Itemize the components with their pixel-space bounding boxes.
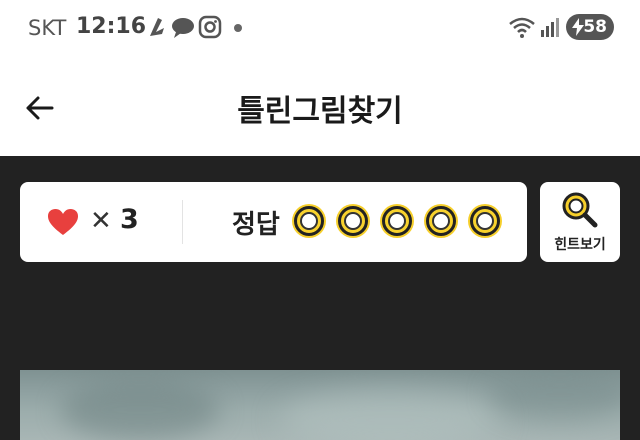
heart-icon [47, 208, 79, 240]
clock: 12:16 [76, 14, 147, 39]
page-title: 틀린그림찾기 [237, 94, 403, 129]
hint-button[interactable]: 힌트보기 [540, 182, 620, 262]
carrier-label: SKT [28, 16, 67, 40]
hint-label: 힌트보기 [554, 237, 606, 253]
magnifier-icon [560, 190, 600, 234]
times-symbol: ✕ [90, 206, 112, 236]
dot-icon [234, 24, 242, 32]
wifi-icon [508, 16, 536, 44]
answer-slot [468, 204, 502, 238]
status-bar: SKT 12:16 58 [0, 0, 640, 56]
answer-slot [380, 204, 414, 238]
answer-slots [292, 204, 512, 238]
app-header: 틀린그림찾기 [0, 56, 640, 156]
status-panel: ✕ 3 정답 [20, 182, 527, 262]
notification-app-icon [146, 14, 168, 44]
lives-count: 3 [120, 204, 139, 235]
battery-charging-icon [572, 18, 584, 41]
signal-icon [540, 16, 560, 42]
divider [182, 200, 183, 244]
chat-bubble-icon [170, 14, 196, 44]
puzzle-image[interactable] [20, 370, 620, 440]
battery-indicator: 58 [566, 14, 614, 40]
answer-label: 정답 [232, 210, 280, 240]
answer-slot [292, 204, 326, 238]
game-area: ✕ 3 정답 힌트보기 [0, 156, 640, 440]
answer-slot [424, 204, 458, 238]
instagram-icon [198, 14, 222, 44]
battery-level: 58 [583, 17, 607, 37]
answer-slot [336, 204, 370, 238]
